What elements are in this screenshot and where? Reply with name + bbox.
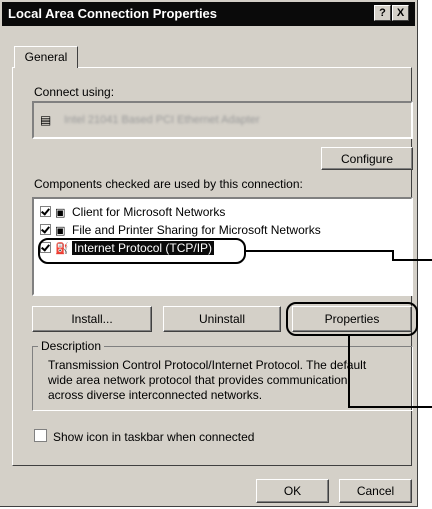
description-title: Description (38, 339, 105, 353)
description-text: Transmission Control Protocol/Internet P… (48, 358, 367, 402)
adapter-field: ▤ Intel 21041 Based PCI Ethernet Adapter (32, 101, 413, 139)
callout-line (348, 336, 350, 407)
callout-line (246, 250, 392, 252)
help-button[interactable]: ? (374, 5, 391, 21)
configure-button[interactable]: Configure (321, 147, 413, 170)
list-item-label: File and Printer Sharing for Microsoft N… (72, 223, 321, 237)
window-title: Local Area Connection Properties (8, 6, 218, 21)
components-label: Components checked are used by this conn… (34, 177, 303, 191)
network-adapter-icon: ▤ (40, 113, 52, 127)
taskbar-option[interactable]: Show icon in taskbar when connected (34, 429, 254, 444)
callout-line (392, 259, 432, 261)
adapter-name: Intel 21041 Based PCI Ethernet Adapter (64, 114, 260, 126)
list-item-client[interactable]: ▣ Client for Microsoft Networks (40, 205, 225, 221)
network-service-icon: ▣ (55, 225, 66, 237)
client-checkbox[interactable] (40, 206, 51, 217)
title-bar[interactable]: Local Area Connection Properties ? X (2, 2, 415, 26)
list-item-label: Client for Microsoft Networks (72, 205, 226, 219)
cancel-button[interactable]: Cancel (339, 479, 412, 503)
file-sharing-checkbox[interactable] (40, 224, 51, 235)
callout-highlight-properties (286, 302, 418, 336)
network-client-icon: ▣ (55, 207, 66, 219)
list-item-file-printer-sharing[interactable]: ▣ File and Printer Sharing for Microsoft … (40, 223, 321, 239)
connect-using-label: Connect using: (34, 85, 115, 99)
callout-highlight-tcp-ip (38, 238, 246, 264)
close-button[interactable]: X (392, 5, 409, 21)
taskbar-option-label: Show icon in taskbar when connected (53, 430, 255, 444)
callout-line (348, 406, 432, 408)
uninstall-button[interactable]: Uninstall (163, 306, 281, 332)
taskbar-checkbox[interactable] (34, 429, 47, 442)
tab-general[interactable]: General (14, 46, 78, 68)
ok-button[interactable]: OK (256, 479, 329, 503)
install-button[interactable]: Install... (32, 306, 152, 332)
